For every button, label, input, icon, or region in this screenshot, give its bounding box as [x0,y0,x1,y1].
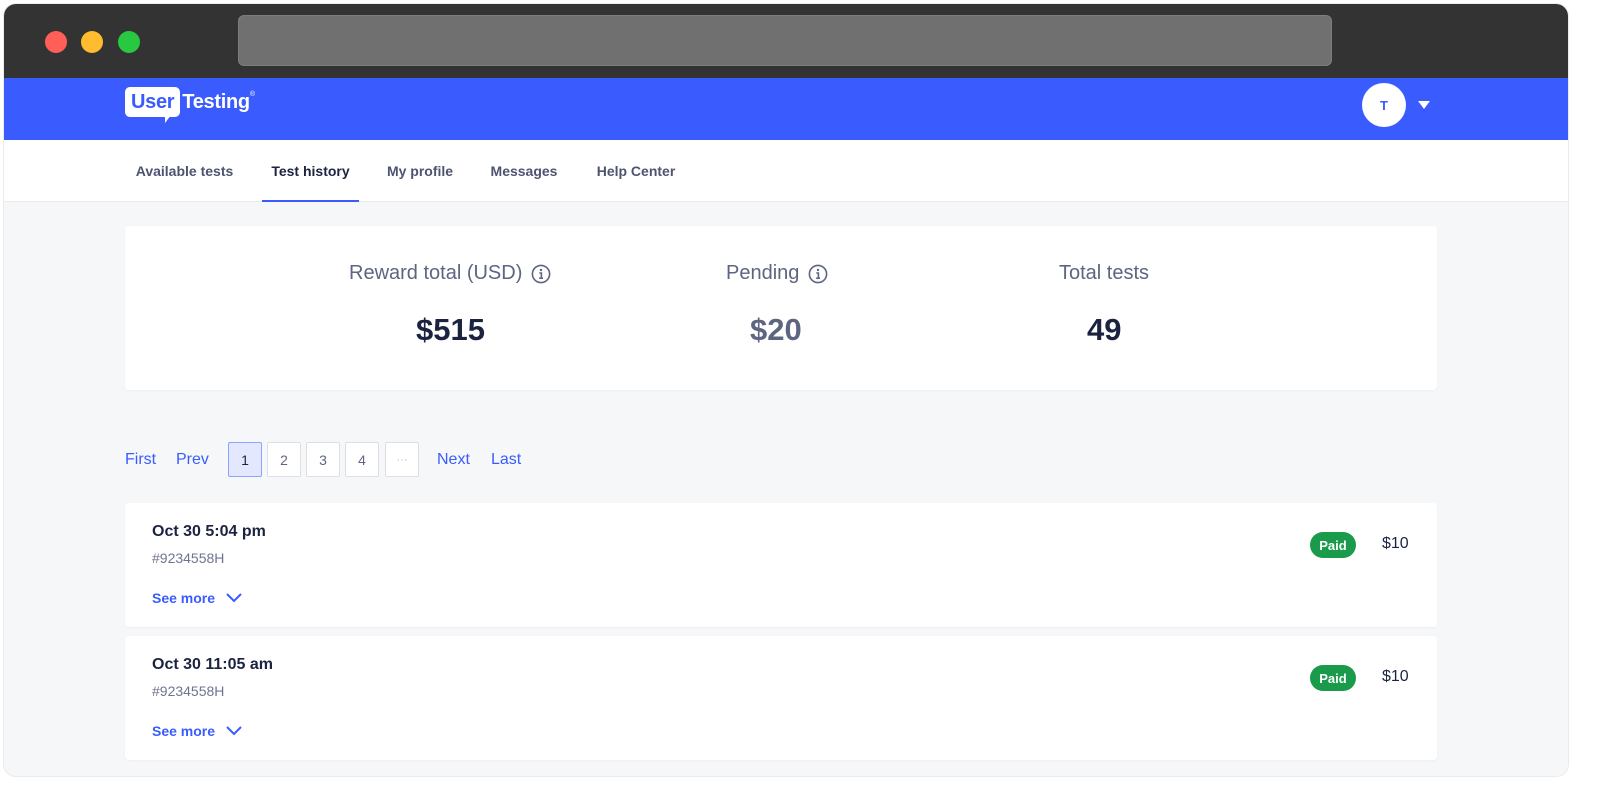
page-button-3[interactable]: 3 [306,442,340,477]
first-page-link[interactable]: First [125,442,156,478]
test-amount: $10 [1382,668,1409,685]
total-tests-value: 49 [1087,312,1122,347]
usertesting-logo[interactable]: User Testing ® [125,87,255,127]
pending-value: $20 [750,312,802,347]
tab-my-profile[interactable]: My profile [377,140,463,202]
tab-test-history[interactable]: Test history [262,140,359,202]
test-id: #9234558H [152,550,225,566]
browser-titlebar [4,4,1568,78]
test-amount: $10 [1382,535,1409,552]
tab-help-center[interactable]: Help Center [586,140,686,202]
tab-available-tests[interactable]: Available tests [124,140,245,202]
test-history-row: Oct 30 11:05 am #9234558H See more Paid … [125,636,1437,760]
total-tests-label: Total tests [1059,262,1150,284]
next-page-link[interactable]: Next [437,442,470,478]
app-header: User Testing ® [4,78,1568,140]
test-id: #9234558H [152,683,225,699]
last-page-link[interactable]: Last [491,442,521,478]
logo-mark: ® [249,91,255,98]
address-bar[interactable] [238,15,1332,66]
page-button-4[interactable]: 4 [345,442,379,477]
paid-status-badge: Paid [1310,532,1356,558]
see-more-link[interactable]: See more [152,590,243,606]
prev-page-link[interactable]: Prev [176,442,209,478]
reward-total-value: $515 [416,312,485,347]
main-nav-tabs: Available tests Test history My profile … [4,140,1568,202]
reward-total-label-wrap: Reward total (USD) [349,262,551,285]
page-ellipsis[interactable]: ··· [385,442,419,477]
earnings-summary-card: Reward total (USD) $515 Pending $20 Tota… [125,226,1437,390]
tab-messages[interactable]: Messages [482,140,566,202]
chevron-down-icon [226,726,242,736]
info-icon[interactable] [531,264,551,284]
maximize-window-button[interactable] [118,31,140,53]
account-menu-caret-icon[interactable] [1418,101,1430,109]
logo-box: User [125,87,181,123]
page-button-2[interactable]: 2 [267,442,301,477]
minimize-window-button[interactable] [81,31,103,53]
pending-label-wrap: Pending [726,262,828,285]
see-more-label: See more [152,590,216,606]
see-more-link[interactable]: See more [152,723,243,739]
user-avatar[interactable]: T [1362,83,1406,127]
close-window-button[interactable] [45,31,67,53]
test-date: Oct 30 5:04 pm [152,523,266,540]
test-date: Oct 30 11:05 am [152,656,273,673]
reward-total-label: Reward total (USD) [349,262,523,284]
page-button-1[interactable]: 1 [228,442,262,477]
see-more-label: See more [152,723,216,739]
paid-status-badge: Paid [1310,665,1356,691]
chevron-down-icon [226,593,242,603]
info-icon[interactable] [808,264,828,284]
pending-label: Pending [726,262,800,284]
test-history-row: Oct 30 5:04 pm #9234558H See more Paid $… [125,503,1437,627]
logo-text: Testing [182,91,250,113]
browser-window: User Testing ® T Available tests Test hi… [4,4,1568,776]
